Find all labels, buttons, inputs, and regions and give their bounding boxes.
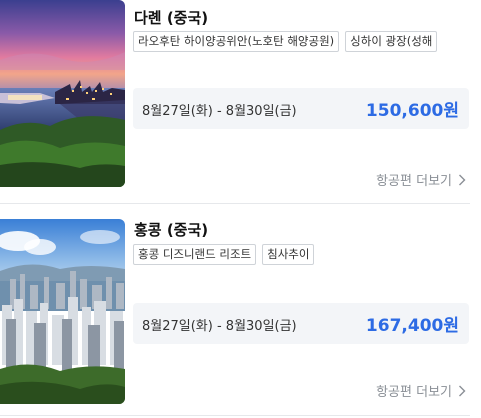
chevron-right-icon	[459, 385, 466, 396]
flight-price: 167,400원	[365, 316, 459, 336]
more-flights-label: 항공편 더보기	[376, 174, 452, 189]
destination-title[interactable]: 다롄 (중국)	[134, 7, 208, 28]
hongkong-photo-image	[0, 219, 125, 404]
result-card-hongkong[interactable]: 홍콩 (중국) 홍콩 디즈니랜드 리조트 침사추이 8월27일(화) - 8월3…	[0, 204, 481, 418]
more-flights-link[interactable]: 항공편 더보기	[376, 381, 466, 400]
attraction-tag[interactable]: 싱하이 광장(성해	[345, 31, 438, 52]
result-card-dalian[interactable]: 다롄 (중국) 라오후탄 하이양공위안(노호탄 해양공원) 싱하이 광장(성해 …	[0, 0, 481, 204]
travel-dates: 8월27일(화) - 8월30일(금)	[142, 104, 297, 119]
attraction-tag[interactable]: 라오후탄 하이양공위안(노호탄 해양공원)	[133, 31, 340, 52]
chevron-right-icon	[459, 174, 466, 185]
destination-photo[interactable]	[0, 219, 125, 404]
more-flights-label: 항공편 더보기	[376, 385, 452, 400]
dalian-photo-image	[0, 0, 125, 187]
attraction-tags: 라오후탄 하이양공위안(노호탄 해양공원) 싱하이 광장(성해	[133, 31, 481, 52]
card-divider	[0, 415, 470, 416]
flight-price: 150,600원	[365, 101, 459, 121]
travel-dates: 8월27일(화) - 8월30일(금)	[142, 319, 297, 334]
attraction-tag[interactable]: 홍콩 디즈니랜드 리조트	[133, 244, 257, 265]
flight-price-box[interactable]: 8월27일(화) - 8월30일(금) 150,600원	[133, 88, 469, 129]
attraction-tag[interactable]: 침사추이	[262, 244, 315, 265]
flight-price-box[interactable]: 8월27일(화) - 8월30일(금) 167,400원	[133, 303, 469, 344]
destination-photo[interactable]	[0, 0, 125, 187]
more-flights-link[interactable]: 항공편 더보기	[376, 170, 466, 189]
attraction-tags: 홍콩 디즈니랜드 리조트 침사추이	[133, 244, 481, 265]
destination-title[interactable]: 홍콩 (중국)	[134, 219, 208, 240]
